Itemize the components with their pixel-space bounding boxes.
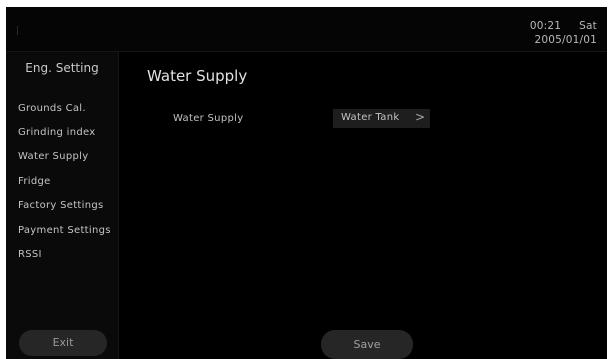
water-supply-value: Water Tank bbox=[341, 112, 400, 123]
sidebar-item-factory-settings[interactable]: Factory Settings bbox=[18, 200, 104, 211]
sidebar-item-rssi[interactable]: RSSI bbox=[18, 249, 42, 260]
sidebar-item-grounds-cal[interactable]: Grounds Cal. bbox=[18, 103, 86, 114]
chevron-right-icon: > bbox=[415, 110, 426, 124]
exit-button[interactable]: Exit bbox=[19, 330, 107, 356]
page-title: Water Supply bbox=[147, 67, 248, 85]
sidebar-item-water-supply[interactable]: Water Supply bbox=[18, 151, 88, 162]
status-bar: 00:21 Sat 2005/01/01 bbox=[6, 7, 607, 52]
clock-day: Sat bbox=[579, 20, 597, 32]
sidebar-title: Eng. Setting bbox=[25, 61, 99, 75]
clock-time: 00:21 bbox=[529, 20, 562, 32]
clock: 00:21 Sat 2005/01/01 bbox=[530, 19, 597, 47]
sidebar-item-payment-settings[interactable]: Payment Settings bbox=[18, 225, 111, 236]
water-supply-label: Water Supply bbox=[173, 113, 244, 124]
sidebar-item-fridge[interactable]: Fridge bbox=[18, 176, 51, 187]
device-screen: 00:21 Sat 2005/01/01 Eng. Setting Ground… bbox=[6, 7, 607, 359]
sidebar: Eng. Setting Grounds Cal. Grinding index… bbox=[6, 52, 119, 359]
sidebar-item-grinding-index[interactable]: Grinding index bbox=[18, 127, 96, 138]
save-button[interactable]: Save bbox=[321, 330, 413, 359]
indicator-icon bbox=[17, 26, 18, 35]
water-supply-select[interactable]: Water Tank > bbox=[333, 109, 430, 128]
clock-date: 2005/01/01 bbox=[534, 34, 597, 46]
